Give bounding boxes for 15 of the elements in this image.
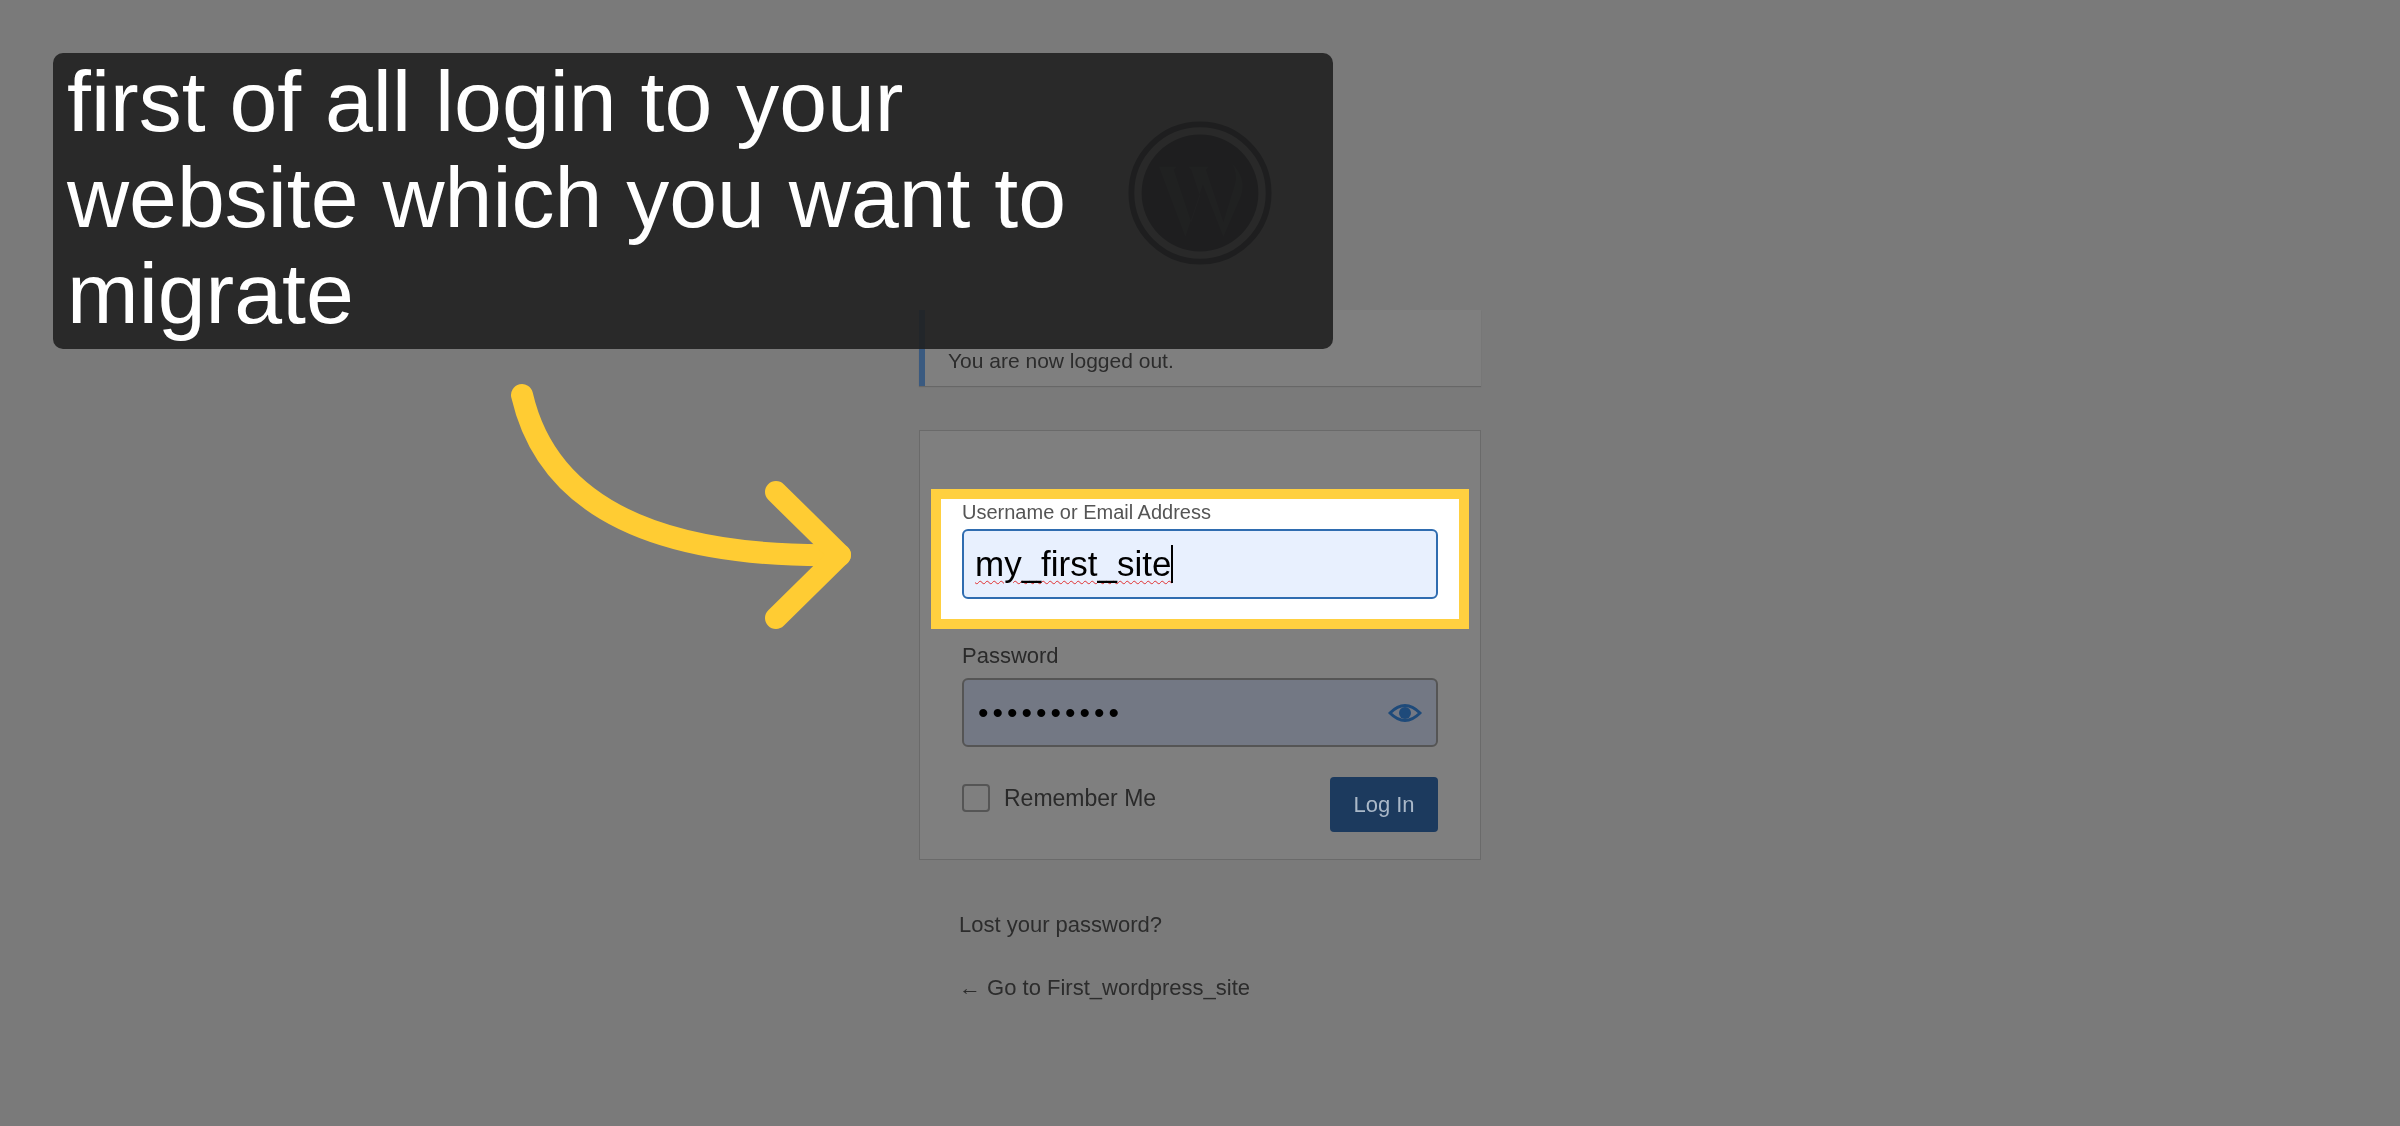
text-caret [1171, 545, 1174, 583]
footer-link[interactable]: ← Go to First_wordpress_site [959, 971, 1250, 1004]
password-dots: •••••••••• [978, 695, 1124, 731]
caption-text: first of all login to your website which you want to migrate [67, 53, 1068, 341]
username-label: Username or Email Address [962, 501, 1212, 523]
remember-checkbox[interactable] [962, 784, 990, 813]
eye-icon[interactable] [1388, 701, 1422, 724]
footer-link[interactable]: Lost your password? [959, 908, 1162, 941]
login-button[interactable]: Log In [1330, 777, 1438, 832]
remember-label: Remember Me [1004, 784, 1157, 813]
username-value: my_first_site [975, 542, 1172, 585]
logged-out-message: You are now logged out. [948, 348, 1174, 375]
password-field[interactable]: •••••••••• [962, 678, 1438, 747]
password-label: Password [962, 642, 1060, 670]
username-field[interactable]: my_first_site [962, 529, 1438, 599]
